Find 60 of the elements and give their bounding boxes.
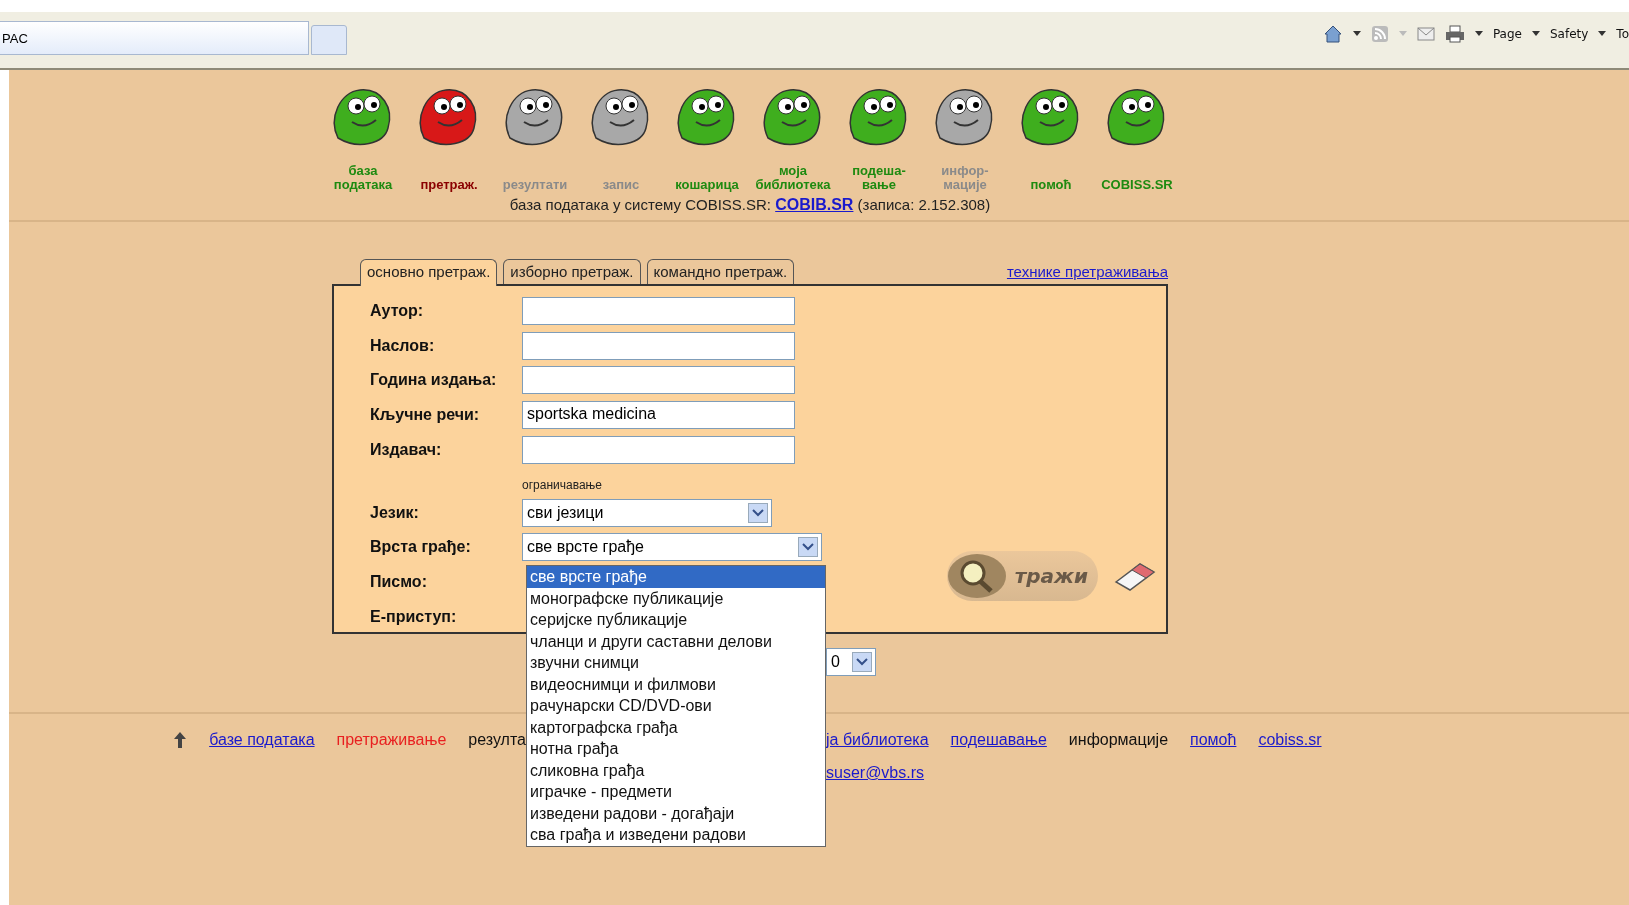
dropdown-option[interactable]: чланци и други саставни делови [527, 630, 825, 652]
printer-icon[interactable] [1444, 25, 1465, 43]
dropdown-option[interactable]: монографске публикације [527, 587, 825, 609]
caret-icon[interactable] [1598, 31, 1607, 37]
dropdown-select[interactable]: све врсте грађе [522, 533, 822, 562]
footer-nav-link[interactable]: cobiss.sr [1258, 731, 1322, 749]
footer-nav-link[interactable]: базе података [209, 731, 315, 749]
text-input-field[interactable] [522, 366, 795, 395]
search-tab[interactable]: изборно претраж. [503, 259, 641, 284]
field-label: Писмо: [370, 572, 428, 593]
up-arrow-icon[interactable] [173, 731, 188, 749]
search-techniques-link[interactable]: технике претраживања [1006, 262, 1168, 280]
database-link[interactable]: COBIB.SR [775, 196, 854, 213]
toolbar-menu[interactable]: Safety [1549, 27, 1589, 41]
dropdown-option[interactable]: играчке - предмети [527, 781, 825, 803]
field-label: Аутор: [370, 301, 425, 322]
caret-icon[interactable] [1474, 31, 1483, 37]
dropdown-option[interactable]: изведени радови - догађаји [527, 802, 825, 824]
home-icon[interactable] [1322, 24, 1343, 44]
dropdown-option[interactable]: сликовна грађа [527, 759, 825, 781]
field-label: Наслов: [370, 335, 436, 356]
field-label: Кључне речи: [370, 405, 481, 426]
browser-tab[interactable]: PAC [0, 21, 309, 55]
dropdown-option[interactable]: рачунарски CD/DVD-ови [527, 695, 825, 717]
results-select[interactable]: 0 [826, 648, 876, 676]
footer-nav-link[interactable]: ја библиотека [826, 731, 929, 749]
caret-icon[interactable] [1352, 31, 1361, 37]
eraser-icon[interactable] [1112, 560, 1158, 592]
text-input-field[interactable] [522, 331, 795, 360]
search-button[interactable]: тражи [946, 551, 1098, 601]
search-tab[interactable]: командно претраж. [646, 259, 795, 284]
magnifier-icon [946, 553, 1007, 599]
text-input-field[interactable] [522, 435, 795, 464]
footer-nav-link[interactable]: информације [1068, 731, 1169, 749]
dropdown-select[interactable]: сви језици [522, 498, 772, 527]
text-input-field[interactable] [522, 297, 795, 326]
dropdown-option[interactable]: звучни снимци [527, 652, 825, 674]
limits-caption: ограничавање [522, 478, 603, 493]
dropdown-option[interactable]: сва грађа и изведени радови [527, 824, 825, 846]
field-label: Језик: [370, 502, 420, 523]
text-input-field[interactable]: sportska medicina [522, 401, 795, 430]
dropdown-option[interactable]: картографска грађа [527, 716, 825, 738]
footer-nav-link[interactable]: подешавање [950, 731, 1047, 749]
email-link[interactable]: suser@vbs.rs [826, 764, 925, 781]
footer-nav-link[interactable]: резулта [468, 731, 526, 749]
field-label: Издавач: [370, 439, 443, 460]
toolbar-menu[interactable]: Page [1492, 27, 1522, 41]
dropdown-option[interactable]: видеоснимци и филмови [527, 673, 825, 695]
field-label: Година издања: [370, 370, 498, 391]
search-tab[interactable]: основно претраж. [360, 259, 498, 286]
field-label: Е-приступ: [370, 606, 458, 627]
field-label: Врста грађе: [370, 537, 472, 558]
toolbar-menu[interactable]: To [1616, 27, 1629, 41]
dropdown-option[interactable]: нотна грађа [527, 738, 825, 760]
nav-label[interactable]: претраж. [420, 178, 478, 194]
dropdown-option[interactable]: све врсте грађе [527, 566, 825, 588]
footer-nav-link[interactable]: помоћ [1190, 731, 1237, 749]
dropdown-option[interactable]: серијске публикације [527, 609, 825, 631]
database-info-text: база података у систему COBISS.SR: COBIB.SR (записа: 2.152.308) [508, 196, 992, 214]
caret-icon[interactable] [1531, 31, 1540, 37]
